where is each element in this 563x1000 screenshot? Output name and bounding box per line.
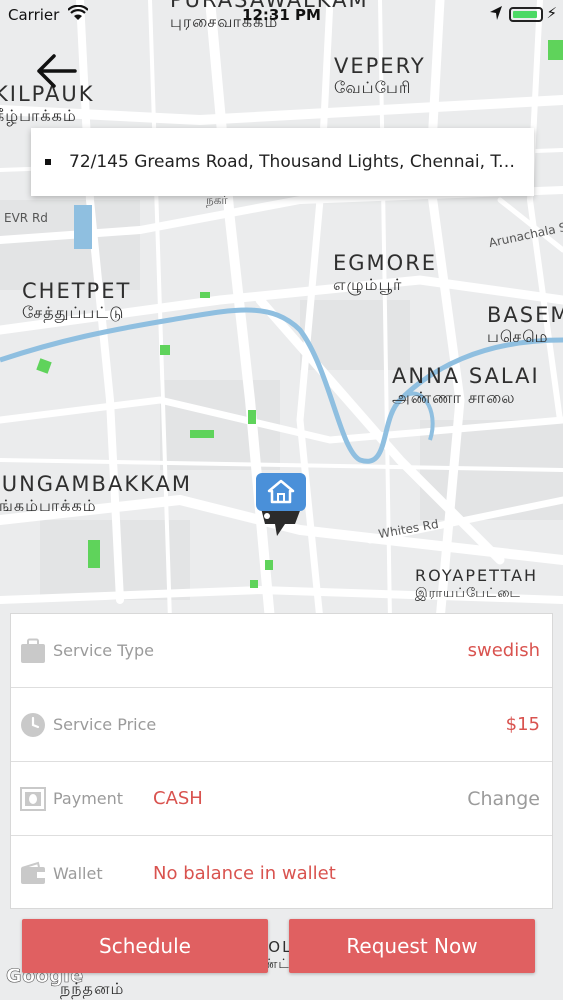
map-label-chetpet: CHETPET சேத்துப்பட்டு (22, 279, 132, 322)
service-type-value: swedish (467, 640, 540, 661)
service-price-row: Service Price $15 (11, 688, 552, 762)
briefcase-icon (20, 638, 46, 664)
map-label-anna-salai: ANNA SALAI அண்ணா சாலை (392, 364, 540, 407)
status-time: 12:31 PM (242, 6, 321, 24)
request-now-button[interactable]: Request Now (289, 919, 535, 973)
map-label-nungambakkam: NUNGAMBAKKAMநுங்கம்பாக்கம் (0, 472, 192, 515)
road-label-evr: EVR Rd (4, 211, 48, 225)
map-label-basem: BASEM பசெமெ (487, 303, 563, 346)
address-text: 72/145 Greams Road, Thousand Lights, Che… (69, 152, 524, 172)
wallet-balance-value: No balance in wallet (153, 862, 336, 884)
wallet-icon (20, 860, 46, 886)
location-arrow-icon (489, 5, 503, 25)
payment-row: Payment CASH Change (11, 762, 552, 836)
wallet-row: Wallet No balance in wallet (11, 836, 552, 910)
battery-icon (509, 7, 543, 22)
service-price-value: $15 (505, 714, 540, 735)
payment-method-value: CASH (153, 788, 203, 809)
address-bar[interactable]: 72/145 Greams Road, Thousand Lights, Che… (31, 128, 534, 196)
arrow-left-icon (37, 54, 77, 88)
booking-details-panel: Service Type swedish Service Price $15 P… (10, 613, 553, 909)
service-type-label: Service Type (53, 641, 154, 660)
map-label-egmore: EGMORE எழும்பூர் (333, 251, 438, 294)
back-button[interactable] (30, 48, 82, 94)
payment-label: Payment (53, 789, 124, 808)
schedule-button[interactable]: Schedule (22, 919, 268, 973)
wallet-label: Wallet (53, 863, 103, 883)
banknote-icon (20, 786, 46, 812)
home-pin-icon[interactable] (255, 472, 307, 542)
map-label-vepery: VEPERY வேப்பேரி (334, 54, 426, 97)
service-type-row: Service Type swedish (11, 614, 552, 688)
charging-bolt-icon: ⚡ (546, 4, 557, 22)
bullet-icon (45, 159, 51, 165)
clock-icon (20, 712, 46, 738)
app-screen: PURASAWALKAM புரசைவாக்கம் VEPERY வேப்பேரி … (0, 0, 563, 1000)
map-label-royapettah: ROYAPETTAH இராயப்பேட்டை (415, 566, 539, 601)
change-payment-button[interactable]: Change (467, 788, 540, 810)
service-price-label: Service Price (53, 715, 157, 734)
status-bar: Carrier 12:31 PM ⚡ (0, 0, 563, 30)
